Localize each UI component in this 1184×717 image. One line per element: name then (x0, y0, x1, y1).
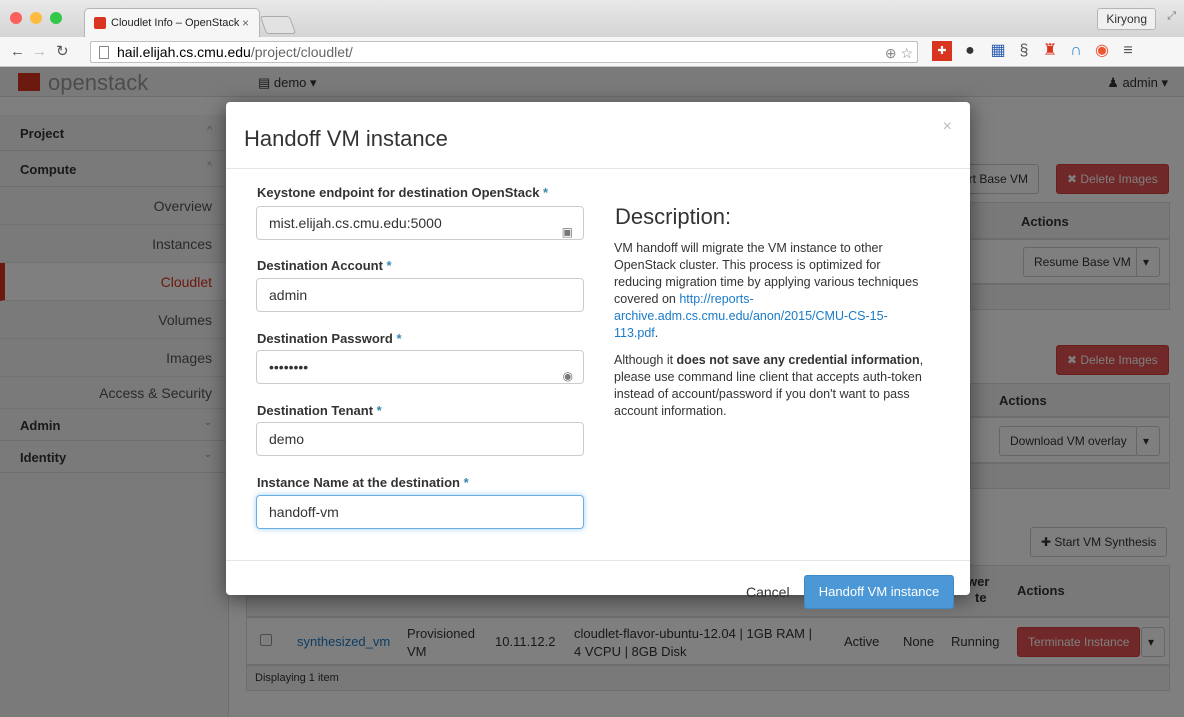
zoom-bookmark-icons[interactable]: ⊕ ☆ (885, 45, 913, 62)
close-window-button[interactable] (10, 12, 22, 24)
handoff-vm-instance-button[interactable]: Handoff VM instance (804, 575, 954, 609)
divider (226, 168, 970, 169)
handoff-modal: Handoff VM instance × Keystone endpoint … (226, 102, 970, 609)
destination-account-input[interactable]: admin (256, 278, 584, 312)
destination-password-input[interactable]: •••••••• ◉ (256, 350, 584, 384)
password-label: Destination Password * (257, 331, 402, 346)
menu-icon[interactable]: ≡ (1118, 41, 1138, 61)
account-label: Destination Account * (257, 258, 392, 273)
show-password-eye-icon[interactable]: ◉ (563, 360, 573, 392)
description-paragraph-1: VM handoff will migrate the VM instance … (614, 241, 919, 340)
profile-button[interactable]: Kiryong (1097, 8, 1156, 30)
browser-toolbar: ← → ↻ hail.elijah.cs.cmu.edu/project/clo… (0, 37, 1184, 67)
url-host: hail.elijah.cs.cmu.edu (117, 44, 251, 60)
keystone-endpoint-input[interactable]: mist.elijah.cs.cmu.edu:5000 ▣ (256, 206, 584, 240)
extension-translate-icon[interactable]: ▦ (988, 41, 1008, 61)
keystone-label: Keystone endpoint for destination OpenSt… (257, 185, 549, 200)
extension-headphones-icon[interactable]: ∩ (1066, 41, 1086, 61)
divider (226, 560, 970, 561)
address-bar[interactable]: hail.elijah.cs.cmu.edu/project/cloudlet/… (90, 41, 918, 63)
description-paragraph-2: Although it does not save any credential… (614, 353, 924, 418)
back-arrow-icon[interactable]: ← (10, 43, 25, 60)
minimize-window-button[interactable] (30, 12, 42, 24)
page-icon (99, 46, 109, 59)
extension-stop-icon[interactable]: ◉ (1092, 41, 1112, 61)
tab-close-icon[interactable]: × (242, 16, 249, 30)
fullscreen-icon[interactable]: ⤢ (1167, 10, 1176, 23)
instance-name-label: Instance Name at the destination * (257, 475, 469, 490)
extension-chair-icon[interactable]: ♜ (1040, 41, 1060, 61)
url-path: /project/cloudlet/ (250, 44, 353, 60)
openstack-favicon-icon (94, 17, 106, 29)
forward-arrow-icon[interactable]: → (32, 43, 47, 60)
extension-circle-icon[interactable]: ● (960, 41, 980, 61)
modal-title: Handoff VM instance (244, 126, 448, 151)
extension-icon[interactable]: ✚ (932, 41, 952, 61)
contact-card-icon: ▣ (561, 225, 573, 239)
browser-tab[interactable]: Cloudlet Info – OpenStack × (84, 8, 260, 37)
close-icon[interactable]: × (943, 118, 952, 136)
cancel-button[interactable]: Cancel (746, 584, 790, 600)
zoom-window-button[interactable] (50, 12, 62, 24)
new-tab-button[interactable] (259, 16, 297, 34)
instance-name-input[interactable]: handoff-vm (256, 495, 584, 529)
tenant-label: Destination Tenant * (257, 403, 382, 418)
browser-titlebar: Cloudlet Info – OpenStack × Kiryong ⤢ (0, 0, 1184, 37)
destination-tenant-input[interactable]: demo (256, 422, 584, 456)
extension-feather-icon[interactable]: § (1014, 41, 1034, 61)
reload-icon[interactable]: ↻ (56, 42, 69, 60)
description-title: Description: (615, 204, 732, 229)
tab-title: Cloudlet Info – OpenStack (111, 17, 240, 29)
